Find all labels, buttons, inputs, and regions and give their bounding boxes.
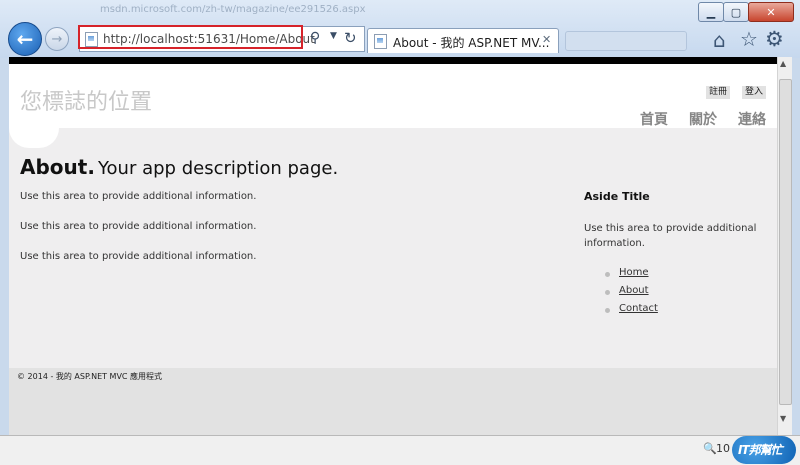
tab-about[interactable]: About - 我的 ASP.NET MV... ✕ [367,28,559,53]
search-icon[interactable]: ⚲ [310,30,320,46]
top-bar [9,57,777,64]
scroll-up-icon[interactable]: ▲ [780,59,786,68]
address-url[interactable]: http://localhost:51631/Home/About [103,32,315,46]
nav-item-about[interactable]: 關於 [689,109,717,129]
tab-title: About - 我的 ASP.NET MV... [393,36,550,50]
vertical-scrollbar[interactable]: ▲ ▼ [777,57,792,435]
browser-toolbar: msdn.microsoft.com/zh-tw/magazine/ee2915… [0,0,800,58]
site-footer: © 2014 - 我的 ASP.NET MVC 應用程式 [9,368,777,435]
tab-close-icon[interactable]: ✕ [542,33,551,46]
page-title: About. Your app description page. [20,155,338,179]
page-icon [85,32,98,47]
scroll-down-icon[interactable]: ▼ [780,414,786,423]
gear-icon[interactable]: ⚙ [765,27,784,51]
list-item: About [605,285,658,303]
status-bar: 🔍 10 IT邦幫忙 [0,435,800,465]
site-header: 您標誌的位置 註冊 登入 首頁 關於 連絡 [9,64,777,128]
paragraph: Use this area to provide additional info… [20,191,257,202]
site-title[interactable]: 您標誌的位置 [20,84,152,116]
close-window-button[interactable]: ✕ [748,2,794,22]
star-icon[interactable]: ☆ [740,27,758,51]
back-button[interactable]: ← [8,22,42,56]
page-viewport: 您標誌的位置 註冊 登入 首頁 關於 連絡 About. Your app des… [9,57,777,435]
nav-item-home[interactable]: 首頁 [640,109,668,129]
aside-links: Home About Contact [605,267,658,321]
footer-text: © 2014 - 我的 ASP.NET MVC 應用程式 [17,372,163,381]
arrow-right-icon: → [51,31,63,47]
arrow-left-icon: ← [16,27,34,51]
aside-title: Aside Title [584,190,650,203]
address-bar[interactable]: http://localhost:51631/Home/About ⚲ ▼ ↻ [79,26,365,52]
forward-button[interactable]: → [45,27,69,51]
nav-item-contact[interactable]: 連絡 [738,109,766,129]
aside-link-about[interactable]: About [619,285,649,296]
zoom-level[interactable]: 10 [716,442,730,455]
login-link[interactable]: 登入 [742,86,767,99]
watermark-text: IT邦幫忙 [738,443,783,457]
magnifier-icon[interactable]: 🔍 [703,442,717,455]
header-curve [9,128,59,148]
aside-text: Use this area to provide additional info… [584,223,757,249]
refresh-icon[interactable]: ↻ [344,29,357,47]
maximize-button[interactable]: ▢ [723,2,749,22]
paragraph: Use this area to provide additional info… [20,251,257,262]
page-heading: About. [20,155,95,179]
page-icon [374,34,387,49]
home-icon[interactable]: ⌂ [713,28,726,52]
minimize-button[interactable]: ▁ [698,2,724,22]
list-item: Contact [605,303,658,321]
aside-link-contact[interactable]: Contact [619,303,658,314]
window-title: msdn.microsoft.com/zh-tw/magazine/ee2915… [100,4,366,15]
aside-link-home[interactable]: Home [619,267,649,278]
watermark-logo: IT邦幫忙 [732,436,796,464]
page-subheading: Your app description page. [97,158,339,179]
tab-inactive[interactable] [565,31,687,51]
paragraph: Use this area to provide additional info… [20,221,257,232]
scrollbar-thumb[interactable] [779,79,792,405]
list-item: Home [605,267,658,285]
register-link[interactable]: 註冊 [706,86,731,99]
chevron-down-icon[interactable]: ▼ [330,31,337,41]
